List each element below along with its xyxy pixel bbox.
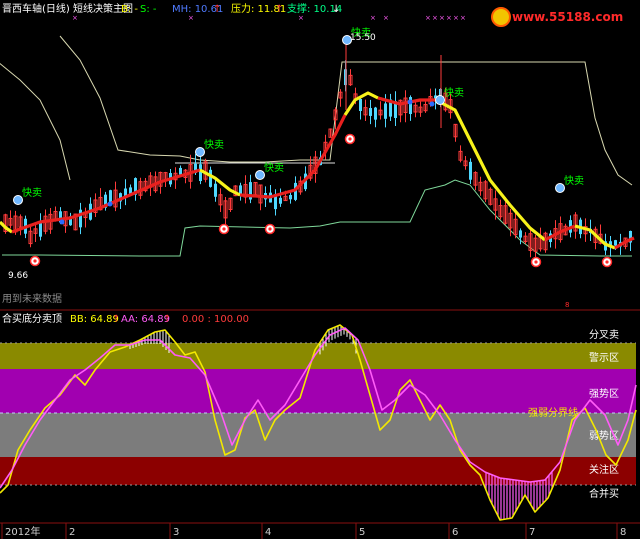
candle-body — [289, 194, 292, 200]
candle-body — [179, 167, 182, 175]
s-label: S: - — [140, 4, 157, 15]
bottom-marker: 8 — [565, 301, 569, 309]
b-label: B: - — [121, 4, 138, 15]
trend-dot — [429, 101, 435, 107]
trend-dot — [59, 219, 65, 225]
time-axis-label: 8 — [620, 527, 626, 538]
chart-stage: 分叉卖 警示区 强势区 强弱分界线 弱势区 关注区 合并买 快卖 快卖 快卖 快卖 快卖… — [0, 0, 640, 539]
candle-body — [279, 197, 282, 204]
candle-body — [369, 108, 372, 116]
signal-cross-marker: × — [383, 14, 389, 22]
signal-cross-marker: × — [446, 14, 452, 22]
buy-signal-dot — [605, 260, 609, 264]
zone-label-divider: 强弱分界线 — [528, 406, 578, 419]
range-label: 0.00 : 100.00 — [182, 314, 249, 325]
zone-label-attention: 关注区 — [589, 463, 619, 476]
signal-cross-marker: × — [298, 14, 304, 22]
candle-body — [384, 103, 387, 119]
buy-signal-dot — [348, 137, 352, 141]
buy-signal-dot — [222, 227, 226, 231]
candle-body — [519, 230, 522, 238]
signal-cross-marker: × — [439, 14, 445, 22]
candle-body — [359, 98, 362, 112]
pressure-up-arrow: ↑ — [275, 4, 283, 15]
mh-up-arrow: ↑ — [213, 4, 221, 15]
signal-cross-marker: × — [425, 14, 431, 22]
candle-body — [374, 107, 377, 120]
sell-signal-label: 快卖 — [204, 139, 224, 151]
watermark-globe-icon — [491, 7, 511, 27]
candle-body — [79, 209, 82, 228]
chart-svg: 分叉卖 警示区 强势区 强弱分界线 弱势区 关注区 合并买 快卖快卖快卖快卖快卖… — [0, 0, 640, 539]
signal-cross-marker: × — [453, 14, 459, 22]
zone-warning-band — [0, 343, 636, 369]
time-axis: 2012年 2 3 4 5 6 7 8 — [1, 523, 626, 539]
candle-body — [614, 240, 617, 246]
zone-label-warning: 警示区 — [589, 351, 619, 364]
candle-body — [39, 221, 42, 237]
time-axis-label: 2012年 — [5, 525, 40, 538]
sell-signal-label: 快卖 — [22, 187, 42, 199]
candle-body — [214, 183, 217, 197]
time-axis-label: 4 — [265, 527, 271, 538]
zone-label-strong: 强势区 — [589, 387, 619, 400]
sell-signal-label: 快卖 — [564, 175, 584, 187]
future-data-note: 用到未来数据 — [2, 292, 62, 305]
time-axis-label: 5 — [359, 527, 365, 538]
zone-label-merge-buy: 合并买 — [589, 487, 619, 500]
signal-cross-marker: × — [188, 14, 194, 22]
time-axis-label: 6 — [452, 527, 458, 538]
time-axis-label: 3 — [173, 527, 179, 538]
signal-cross-marker: × — [432, 14, 438, 22]
time-axis-label: 2 — [69, 527, 75, 538]
buy-signal-dot — [268, 227, 272, 231]
chart-title: 晋西车轴(日线) 短线决策主图 — [2, 2, 133, 15]
watermark-logo: www.55188.com — [491, 7, 623, 27]
watermark-url: www.55188.com — [512, 10, 623, 24]
sell-signal-label: 快卖 — [264, 162, 284, 174]
low-price-label: 9.66 — [8, 271, 28, 281]
zone-strong-band — [0, 369, 636, 413]
buy-signal-dot — [33, 259, 37, 263]
trend-dot — [407, 99, 413, 105]
signal-cross-marker: × — [370, 14, 376, 22]
time-axis-label: 7 — [529, 527, 535, 538]
candle-body — [209, 169, 212, 187]
signal-cross-marker: × — [460, 14, 466, 22]
trend-dot — [107, 201, 113, 207]
sell-signal-label: 快卖 — [444, 87, 464, 99]
buy-signal-dot — [534, 260, 538, 264]
indicator-title: 合买底分卖顶 — [2, 312, 62, 325]
zone-label-fork-sell: 分叉卖 — [589, 329, 619, 341]
zone-weak-band — [0, 413, 636, 457]
high-price-label: 15.50 — [350, 33, 376, 43]
candle-body — [469, 161, 472, 180]
aa-up-arrow: ↑ — [163, 314, 171, 325]
signal-cross-marker: × — [72, 14, 78, 22]
bb-up-arrow: ↑ — [112, 314, 120, 325]
support-down-arrow: ↓ — [332, 4, 340, 15]
